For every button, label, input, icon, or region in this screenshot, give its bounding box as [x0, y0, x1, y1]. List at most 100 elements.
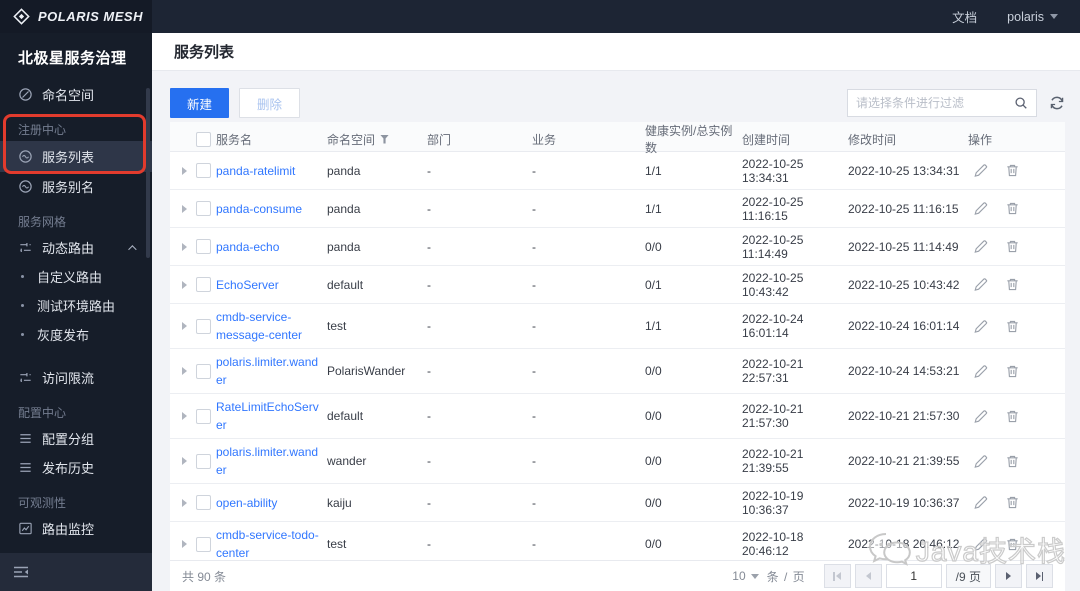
first-page-button[interactable]: [823, 564, 851, 588]
row-checkbox[interactable]: [196, 495, 211, 510]
department-cell: -: [427, 454, 431, 468]
column-header-label: 部门: [427, 132, 452, 147]
modified-time-cell: 2022-10-25 10:43:42: [848, 277, 960, 292]
service-name-link[interactable]: polaris.limiter.wander: [216, 443, 327, 479]
service-name-link[interactable]: EchoServer: [216, 276, 327, 294]
edit-pencil-icon[interactable]: [973, 277, 988, 292]
column-header-label: 命名空间: [327, 132, 376, 147]
logo-block: POLARIS MESH: [0, 0, 152, 33]
expand-caret-icon[interactable]: [182, 204, 187, 213]
column-header: 创建时间: [742, 131, 848, 148]
delete-trash-icon[interactable]: [1005, 454, 1020, 469]
row-checkbox[interactable]: [196, 536, 211, 552]
sidebar-item[interactable]: 动态路由: [0, 233, 152, 262]
edit-pencil-icon[interactable]: [973, 163, 988, 178]
column-header[interactable]: 命名空间: [327, 131, 427, 148]
row-checkbox[interactable]: [196, 163, 211, 178]
sidebar-item[interactable]: 访问限流: [0, 363, 152, 392]
health-cell: 0/0: [645, 239, 662, 254]
toolbar: 新建 删除: [170, 88, 1065, 118]
service-row: panda-echo panda - - 0/0 2022-10-25 11:14:49 2…: [170, 228, 1065, 266]
delete-trash-icon[interactable]: [1005, 201, 1020, 216]
edit-pencil-icon[interactable]: [973, 239, 988, 254]
user-menu-label: polaris: [1007, 9, 1044, 24]
delete-trash-icon[interactable]: [1005, 364, 1020, 379]
service-name-link[interactable]: panda-echo: [216, 238, 327, 256]
edit-pencil-icon[interactable]: [973, 319, 988, 334]
row-checkbox[interactable]: [196, 318, 211, 334]
department-cell: -: [427, 364, 431, 378]
delete-trash-icon[interactable]: [1005, 319, 1020, 334]
service-name-link[interactable]: cmdb-service-todo-center: [216, 526, 327, 560]
service-name-link[interactable]: RateLimitEchoServer: [216, 398, 327, 434]
row-actions: [968, 454, 1065, 469]
row-checkbox[interactable]: [196, 239, 211, 254]
sidebar-scrollbar[interactable]: [146, 88, 150, 258]
edit-pencil-icon[interactable]: [973, 495, 988, 510]
namespace-cell: test: [327, 537, 347, 551]
prev-page-button[interactable]: [854, 564, 882, 588]
page-size-select[interactable]: 10: [732, 569, 759, 583]
search-input[interactable]: [856, 96, 1014, 110]
expand-caret-icon[interactable]: [182, 367, 187, 375]
row-checkbox[interactable]: [196, 453, 211, 469]
edit-pencil-icon[interactable]: [973, 409, 988, 424]
sidebar-subitem[interactable]: 自定义路由: [0, 262, 152, 291]
expand-caret-icon[interactable]: [182, 540, 187, 548]
current-page-input[interactable]: [885, 564, 942, 588]
delete-trash-icon[interactable]: [1005, 537, 1020, 552]
expand-caret-icon[interactable]: [182, 166, 187, 175]
main-area: 服务列表 新建 删除 服务名 命名空间 部门 业务 健康实例/总实例数创建时间 修改时间 操…: [152, 33, 1080, 591]
edit-pencil-icon[interactable]: [973, 201, 988, 216]
expand-caret-icon[interactable]: [182, 498, 187, 507]
row-checkbox[interactable]: [196, 363, 211, 379]
delete-button[interactable]: 删除: [239, 88, 301, 118]
service-name-link[interactable]: polaris.limiter.wander: [216, 353, 327, 389]
doc-link[interactable]: 文档: [952, 7, 977, 26]
row-actions: [968, 239, 1065, 254]
row-actions: [968, 409, 1065, 424]
row-checkbox[interactable]: [196, 408, 211, 424]
next-page-button[interactable]: [995, 564, 1022, 588]
last-page-button[interactable]: [1026, 564, 1053, 588]
create-button[interactable]: 新建: [170, 88, 230, 118]
polaris-logo-icon: [12, 7, 31, 26]
row-checkbox[interactable]: [196, 201, 211, 216]
health-cell: 0/0: [645, 364, 662, 378]
modified-time-cell: 2022-10-18 20:46:12: [848, 537, 960, 551]
expand-caret-icon[interactable]: [182, 412, 187, 420]
service-name-link[interactable]: cmdb-service-message-center: [216, 308, 327, 344]
expand-caret-icon[interactable]: [182, 457, 187, 465]
search-icon[interactable]: [1014, 96, 1028, 110]
sidebar-item[interactable]: 服务别名: [0, 172, 152, 201]
delete-trash-icon[interactable]: [1005, 163, 1020, 178]
sidebar-item[interactable]: 配置分组: [0, 424, 152, 453]
delete-trash-icon[interactable]: [1005, 495, 1020, 510]
edit-pencil-icon[interactable]: [973, 537, 988, 552]
sidebar-item[interactable]: 发布历史: [0, 453, 152, 482]
sidebar-collapse-button[interactable]: [0, 553, 152, 591]
sidebar-subitem[interactable]: 测试环境路由: [0, 291, 152, 320]
sidebar-item[interactable]: 服务列表: [0, 141, 152, 172]
refresh-button[interactable]: [1049, 95, 1065, 111]
service-name-link[interactable]: open-ability: [216, 494, 327, 512]
delete-trash-icon[interactable]: [1005, 277, 1020, 292]
user-menu[interactable]: polaris: [1007, 10, 1058, 24]
expand-caret-icon[interactable]: [182, 242, 187, 251]
edit-pencil-icon[interactable]: [973, 364, 988, 379]
expand-caret-icon[interactable]: [182, 322, 187, 330]
sidebar-item[interactable]: 路由监控: [0, 514, 152, 543]
delete-trash-icon[interactable]: [1005, 239, 1020, 254]
service-name-link[interactable]: panda-consume: [216, 200, 327, 218]
sidebar-subitem[interactable]: 灰度发布: [0, 320, 152, 349]
delete-trash-icon[interactable]: [1005, 409, 1020, 424]
expand-caret-icon[interactable]: [182, 280, 187, 289]
service-icon: [18, 149, 33, 164]
service-name-link[interactable]: panda-ratelimit: [216, 162, 327, 180]
filter-funnel-icon[interactable]: [380, 134, 390, 144]
sidebar-item[interactable]: 命名空间: [0, 80, 152, 109]
namespace-cell: kaiju: [327, 495, 352, 510]
select-all-checkbox[interactable]: [196, 131, 211, 147]
edit-pencil-icon[interactable]: [973, 454, 988, 469]
row-checkbox[interactable]: [196, 277, 211, 292]
